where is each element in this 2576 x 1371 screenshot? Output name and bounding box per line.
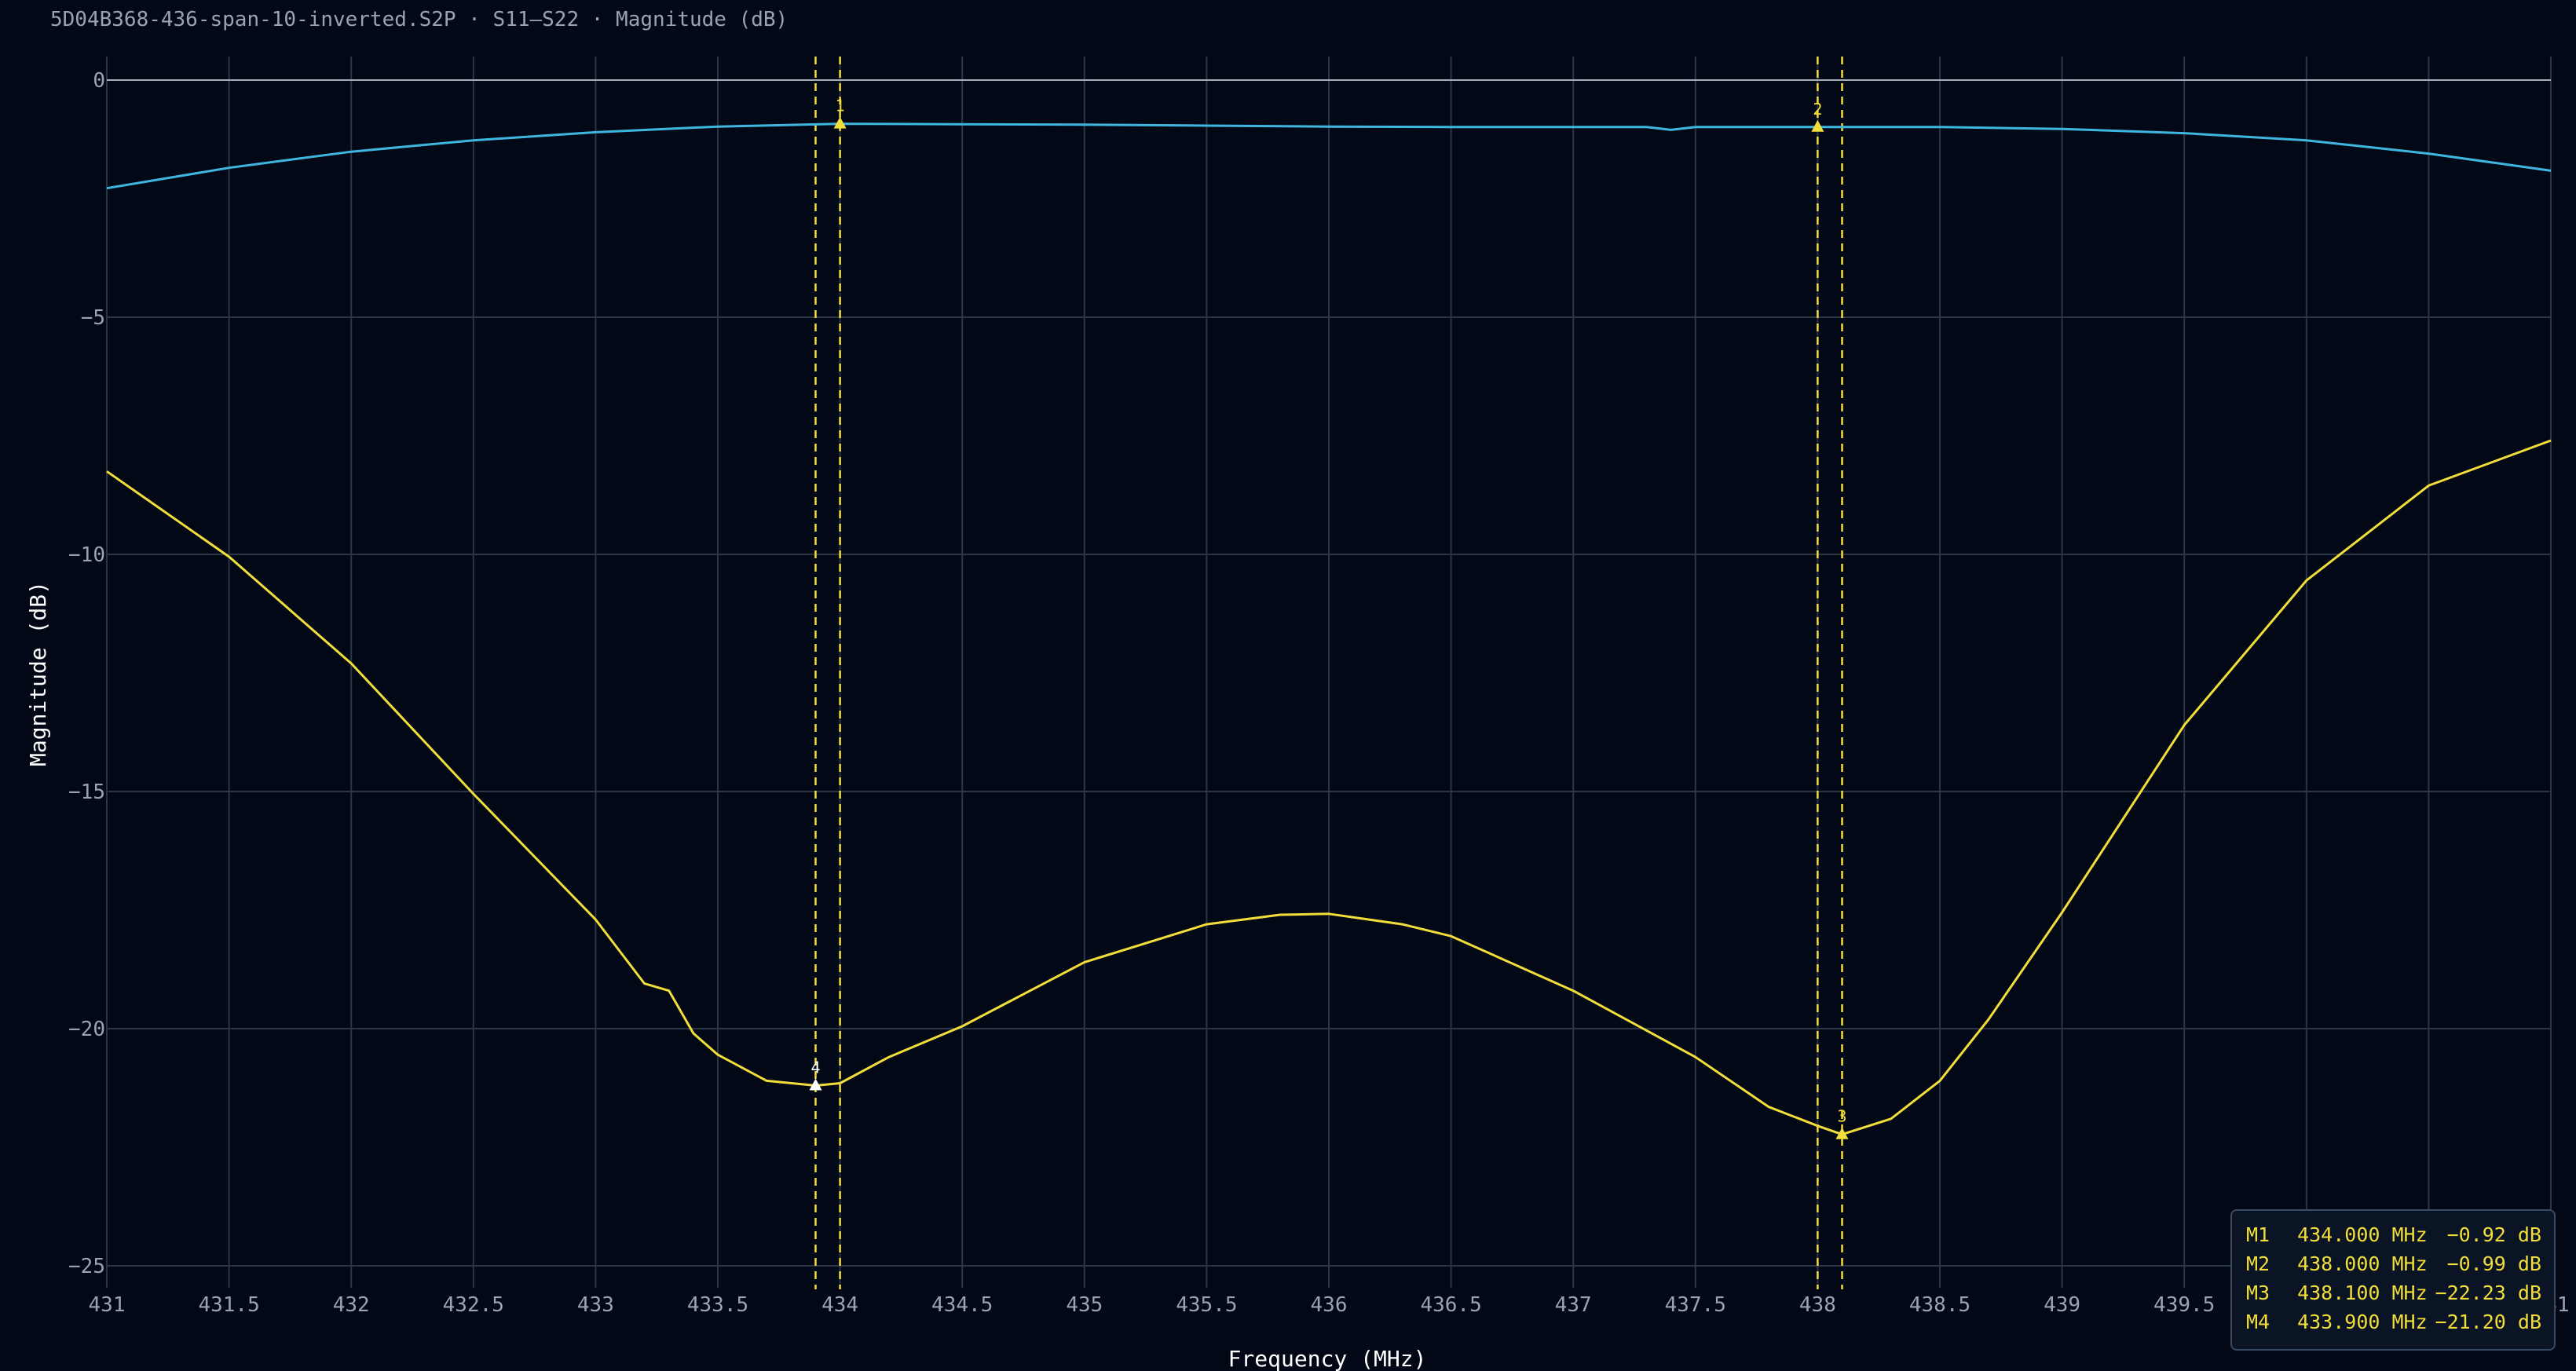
x-tick-label: 437.5 — [1665, 1293, 1726, 1317]
marker-number-label: 1 — [836, 97, 845, 115]
x-tick-label: 435 — [1066, 1293, 1103, 1317]
x-tick-label: 432 — [333, 1293, 370, 1317]
marker-readout-row-m3[interactable]: M3 438.100 MHz −22.23 dB — [2246, 1278, 2541, 1307]
x-tick-label: 436.5 — [1420, 1293, 1481, 1317]
marker-readout-row-m2[interactable]: M2 438.000 MHz −0.99 dB — [2246, 1249, 2541, 1278]
marker-readout-id: M2 — [2246, 1252, 2270, 1275]
y-tick-label: −10 — [68, 543, 105, 567]
marker-readout-value: −21.20 dB — [2435, 1311, 2541, 1333]
x-tick-label: 434.5 — [931, 1293, 993, 1317]
x-tick-label: 431.5 — [198, 1293, 259, 1317]
marker-readout-freq: 438.000 MHz — [2297, 1252, 2428, 1275]
x-tick-label: 439.5 — [2153, 1293, 2215, 1317]
marker-readout-value: −0.92 dB — [2446, 1223, 2541, 1246]
y-tick-labels: 0 −5 −10 −15 −20 −25 — [68, 69, 105, 1278]
x-tick-label: 439 — [2044, 1293, 2080, 1317]
marker-readout-row-m1[interactable]: M1 434.000 MHz −0.92 dB — [2246, 1220, 2541, 1249]
marker-readout-value: −22.23 dB — [2435, 1281, 2541, 1304]
x-tick-label: 433.5 — [687, 1293, 748, 1317]
marker-readout-id: M3 — [2246, 1281, 2270, 1304]
marker-m1[interactable] — [833, 116, 847, 129]
marker-readout-value: −0.99 dB — [2446, 1252, 2541, 1275]
x-tick-label: 434 — [821, 1293, 858, 1317]
grid — [106, 57, 2552, 1288]
x-tick-label: 437 — [1555, 1293, 1592, 1317]
x-axis-label: Frequency (MHz) — [1228, 1346, 1427, 1371]
y-tick-label: −25 — [68, 1255, 105, 1278]
marker-number-label: 3 — [1837, 1107, 1846, 1126]
x-tick-label: 438.5 — [1909, 1293, 1970, 1317]
marker-number-label: 4 — [810, 1058, 820, 1077]
x-tick-label: 438 — [1799, 1293, 1836, 1317]
y-tick-label: 0 — [93, 69, 105, 93]
marker-readout-row-m4[interactable]: M4 433.900 MHz −21.20 dB — [2246, 1307, 2541, 1336]
marker-readout-freq: 438.100 MHz — [2297, 1281, 2428, 1304]
x-tick-label: 432.5 — [443, 1293, 504, 1317]
x-tick-label: 436 — [1311, 1293, 1348, 1317]
x-tick-label: 435.5 — [1176, 1293, 1237, 1317]
marker-readout-freq: 433.900 MHz — [2297, 1311, 2428, 1333]
x-tick-labels: 431 431.5 432 432.5 433 433.5 434 434.5 435 435.5… — [89, 1293, 2570, 1317]
marker-readout-id: M1 — [2246, 1223, 2270, 1246]
marker-readout-id: M4 — [2246, 1311, 2270, 1333]
y-axis-label: Magnitude (dB) — [25, 581, 51, 766]
marker-m2[interactable] — [1811, 119, 1824, 132]
y-tick-label: −20 — [68, 1018, 105, 1041]
marker-number-label: 2 — [1813, 100, 1822, 119]
marker-readout-table: M1 434.000 MHz −0.92 dB M2 438.000 MHz −… — [2230, 1209, 2556, 1351]
chart-stage: 5D04B368-436-span-10-inverted.S2P · S11–… — [0, 0, 2576, 1371]
y-tick-label: −5 — [81, 306, 105, 330]
y-tick-label: −15 — [68, 781, 105, 804]
x-tick-label: 433 — [577, 1293, 614, 1317]
marker-readout-freq: 434.000 MHz — [2297, 1223, 2428, 1246]
x-tick-label: 431 — [89, 1293, 126, 1317]
magnitude-chart[interactable]: 431 431.5 432 432.5 433 433.5 434 434.5 435 435.5… — [0, 0, 2576, 1371]
